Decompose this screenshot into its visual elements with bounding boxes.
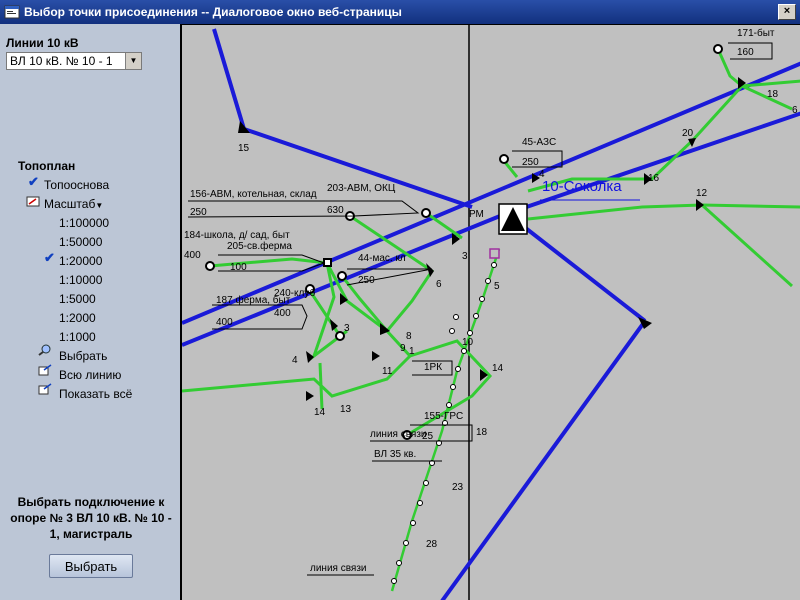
map-label: 187 ферма, быт (216, 294, 291, 306)
scale-icon (26, 196, 40, 207)
line-select-value: ВЛ 10 кВ. № 10 - 1 (10, 54, 113, 68)
map-label: 23 (452, 482, 464, 493)
map-label: 250 (190, 207, 207, 218)
map-label: 15 (238, 143, 250, 154)
map-label: 14 (314, 407, 326, 418)
line-14-down (318, 362, 324, 410)
map-label: 171-быт (737, 27, 775, 39)
caret-down-icon: ▼ (95, 201, 104, 210)
transformer-node-square (323, 258, 332, 267)
map-label: ВЛ 35 кв. (374, 449, 416, 460)
green-arrow-markers (306, 77, 746, 401)
map-label: 400 (216, 317, 233, 328)
map-label: 44-мас. кл (358, 253, 406, 264)
line-16-20 (527, 84, 793, 193)
right-lower-line (512, 217, 647, 323)
line-pm (425, 211, 463, 240)
map-label: 250 (358, 275, 375, 286)
scale-option[interactable]: 1:100000 (59, 216, 109, 230)
scale-label: Масштаб (44, 197, 96, 211)
select-action[interactable]: Выбрать (59, 349, 107, 363)
show-all-icon (38, 383, 52, 395)
selection-info: Выбрать подключение к опоре № 3 ВЛ 10 кВ… (10, 495, 172, 541)
map-label: 18 (767, 89, 779, 100)
sidebar: Линии 10 кВ ВЛ 10 кВ. № 10 - 1 ▼ Топопла… (0, 24, 180, 600)
scale-option[interactable]: 1:10000 (59, 273, 102, 287)
selected-support-marker (489, 248, 500, 259)
map-label: 400 (184, 250, 201, 261)
map-label: 4 (292, 355, 298, 366)
map-label: 3 (462, 251, 468, 262)
map-label: 155-ГРС (424, 411, 463, 422)
scale-option[interactable]: 1:2000 (59, 311, 96, 325)
map-label: 3 (344, 323, 350, 334)
map-label: 11 (382, 366, 393, 377)
map-label: 156-АВМ, котельная, склад (190, 189, 317, 200)
map-label: 160 (737, 47, 754, 58)
scale-option-selected[interactable]: 1:20000 (59, 254, 102, 268)
select-button[interactable]: Выбрать (49, 554, 133, 578)
map-label: 28 (426, 539, 438, 550)
map-label: 5 (494, 281, 500, 292)
line-15 (212, 28, 473, 209)
chevron-down-icon[interactable]: ▼ (125, 53, 141, 69)
checkmark-icon: ✔ (44, 250, 55, 265)
map-label: 20 (682, 128, 694, 139)
topobase-toggle[interactable]: Топооснова (44, 178, 109, 192)
line-184 (209, 257, 328, 268)
map-label: 18 (476, 427, 488, 438)
map-label: 1 (409, 346, 415, 357)
map-label: 400 (274, 308, 291, 319)
label-frames (187, 42, 773, 462)
map-label: 14 (492, 363, 504, 374)
line-select[interactable]: ВЛ 10 кВ. № 10 - 1 ▼ (6, 52, 142, 70)
whole-line-icon (38, 364, 52, 376)
close-button[interactable]: × (778, 4, 796, 20)
map-label: РМ (469, 209, 484, 220)
map-label: 630 (327, 205, 344, 216)
line-12-down (700, 203, 794, 288)
map-label: 16 (648, 173, 660, 184)
search-icon (38, 344, 51, 356)
map-label: 12 (696, 188, 708, 199)
map-label: 45-АЗС (522, 137, 556, 148)
scale-option[interactable]: 1:1000 (59, 330, 96, 344)
map-label: 8 (406, 331, 412, 342)
map-label: 250 (522, 157, 539, 168)
lines-label: Линии 10 кВ (6, 36, 79, 50)
scale-dropdown[interactable]: Масштаб▼ (44, 197, 103, 211)
map-label: 13 (340, 404, 352, 415)
map-label: 203-АВМ, ОКЦ (327, 183, 396, 194)
map-label: 205-св.ферма (227, 240, 292, 252)
topoplan-label: Топоплан (18, 159, 76, 173)
scale-option[interactable]: 1:5000 (59, 292, 96, 306)
map-label: 100 (230, 262, 247, 273)
whole-line-action[interactable]: Всю линию (59, 368, 121, 382)
line-12-right (527, 203, 800, 221)
window-title: Выбор точки присоединения -- Диалоговое … (24, 5, 402, 19)
map-label: 1РК (424, 362, 442, 373)
map-label: 184-школа, д/ сад, быт (184, 229, 290, 241)
show-all-action[interactable]: Показать всё (59, 387, 132, 401)
window-titlebar: Выбор точки присоединения -- Диалоговое … (0, 0, 800, 24)
map-canvas[interactable]: 10-Соколка 171-быт 160 18 6 20 16 12 45-… (180, 24, 800, 600)
bottom-line (440, 319, 647, 600)
network-map[interactable]: 10-Соколка 171-быт 160 18 6 20 16 12 45-… (182, 25, 800, 600)
map-label: 4 (539, 169, 545, 180)
checkmark-icon: ✔ (28, 174, 39, 189)
map-label: линия связи (310, 563, 367, 574)
app-icon (4, 5, 20, 19)
map-label: 9 (400, 343, 406, 354)
map-label: 10 (462, 337, 474, 348)
map-label: 6 (436, 279, 442, 290)
map-label: 6 (792, 105, 798, 116)
map-label: линия связи (370, 429, 427, 440)
scale-option[interactable]: 1:50000 (59, 235, 102, 249)
substation-label: 10-Соколка (542, 178, 622, 195)
